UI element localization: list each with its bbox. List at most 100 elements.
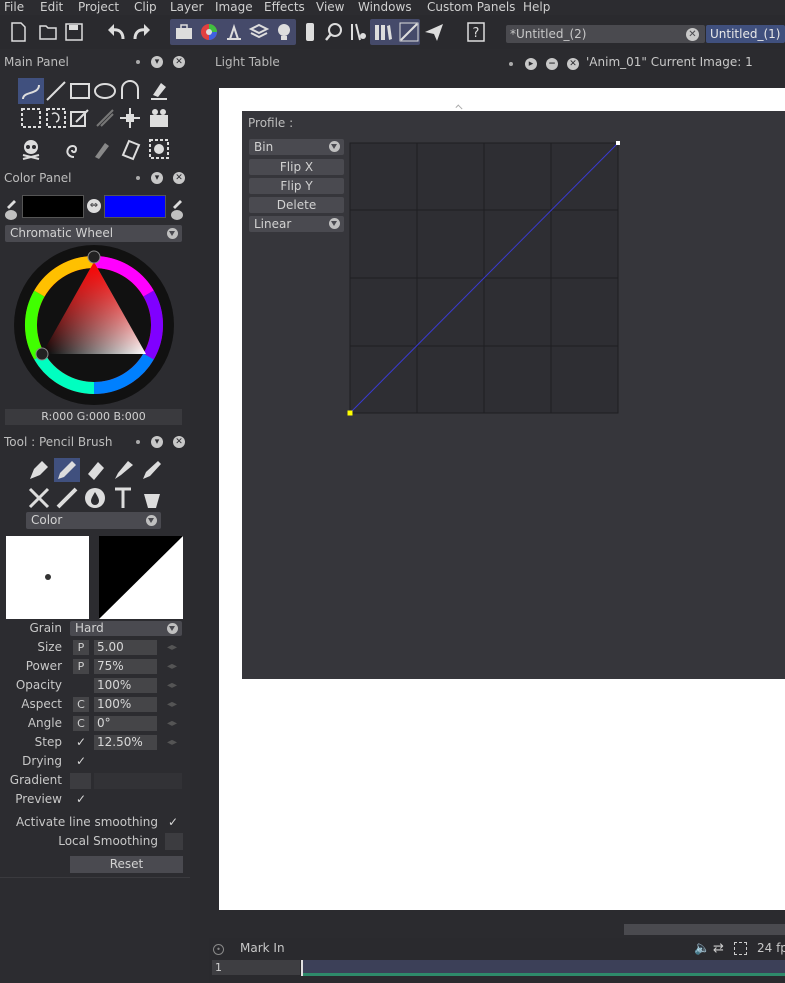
panel-minimize-icon[interactable]: ▾ — [151, 436, 163, 448]
line-smoothing-checkbox[interactable]: ✓ — [168, 815, 178, 829]
stepper-icon[interactable]: ◂▸ — [167, 735, 179, 750]
smudge-tool-icon[interactable] — [91, 137, 115, 161]
swatch-menu-icon[interactable] — [5, 210, 17, 220]
search-icon[interactable] — [323, 21, 345, 43]
layers-icon[interactable] — [248, 21, 270, 43]
warp-tool-icon[interactable] — [93, 106, 117, 130]
menu-view[interactable]: View — [316, 0, 344, 14]
spiral-tool-icon[interactable] — [62, 137, 86, 161]
rectangle-tool-icon[interactable] — [68, 79, 92, 103]
panel-close-icon[interactable]: ✕ — [173, 436, 185, 448]
eyedropper-icon[interactable] — [171, 195, 185, 209]
opacity-field[interactable]: 100% — [94, 678, 157, 693]
menu-clip[interactable]: Clip — [134, 0, 157, 14]
frame-field[interactable]: 1 — [212, 960, 300, 975]
delete-button[interactable]: Delete — [249, 197, 344, 213]
eraser-brush-icon[interactable] — [84, 458, 108, 482]
pen-brush-icon[interactable] — [27, 458, 51, 482]
menu-help[interactable]: Help — [523, 0, 550, 14]
aspect-toggle[interactable]: C — [73, 697, 89, 712]
water-drop-icon[interactable] — [83, 486, 107, 510]
color-mode-dropdown[interactable]: Chromatic Wheel — [5, 225, 182, 242]
library-icon[interactable] — [372, 21, 394, 43]
playhead[interactable] — [301, 960, 303, 976]
power-pressure-toggle[interactable]: P — [73, 659, 89, 674]
selection-tool-icon[interactable] — [19, 106, 43, 130]
menu-edit[interactable]: Edit — [40, 0, 63, 14]
menu-effects[interactable]: Effects — [264, 0, 305, 14]
curve-tool-icon[interactable] — [118, 79, 142, 103]
close-tab-icon[interactable]: ✕ — [686, 28, 699, 41]
reset-button[interactable]: Reset — [70, 856, 183, 873]
flip-y-button[interactable]: Flip Y — [249, 178, 344, 194]
profile-curve-icon[interactable] — [398, 21, 420, 43]
send-icon[interactable] — [423, 21, 445, 43]
menu-custom-panels[interactable]: Custom Panels — [427, 0, 515, 14]
fullscreen-icon[interactable] — [734, 942, 747, 955]
brush-library-icon[interactable] — [347, 21, 369, 43]
timeline-track[interactable] — [302, 960, 785, 973]
angle-toggle[interactable]: C — [73, 716, 89, 731]
lasso-curve-tool-icon[interactable] — [19, 79, 43, 103]
gradient-checkbox[interactable] — [70, 773, 91, 789]
chromatic-wheel[interactable] — [13, 244, 175, 406]
tab-untitled-2[interactable]: *Untitled_(2) — [506, 25, 705, 43]
play-icon[interactable]: ▸ — [525, 58, 537, 70]
size-field[interactable]: 5.00 — [94, 640, 157, 655]
open-folder-icon[interactable] — [37, 21, 59, 43]
paint-brush-icon[interactable] — [112, 458, 136, 482]
transform-tool-icon[interactable] — [68, 106, 92, 130]
toolbox-icon[interactable] — [173, 21, 195, 43]
background-color-swatch[interactable] — [104, 195, 166, 218]
fill-brush-icon[interactable] — [140, 486, 164, 510]
new-file-icon[interactable] — [7, 21, 29, 43]
menu-layer[interactable]: Layer — [170, 0, 203, 14]
profile-mode-dropdown[interactable]: Bin — [249, 139, 344, 155]
pencil-brush-icon[interactable] — [55, 458, 79, 482]
lightbulb-icon[interactable] — [273, 21, 295, 43]
gradient-field[interactable] — [94, 773, 182, 789]
interpolation-dropdown[interactable]: Linear — [249, 216, 344, 232]
brush-color-mode-dropdown[interactable]: Color — [26, 512, 161, 529]
loop-icon[interactable]: ⇄ — [713, 941, 724, 956]
remote-icon[interactable] — [299, 21, 321, 43]
menu-file[interactable]: File — [4, 0, 24, 14]
skull-tool-icon[interactable] — [19, 137, 43, 161]
stepper-icon[interactable]: ◂▸ — [167, 640, 179, 655]
panel-close-icon[interactable]: ✕ — [173, 172, 185, 184]
swatch-menu-icon[interactable] — [171, 210, 183, 220]
timeline-menu-icon[interactable]: • — [213, 944, 224, 955]
preview-checkbox[interactable]: ✓ — [76, 792, 86, 806]
menu-windows[interactable]: Windows — [358, 0, 412, 14]
ruler-tool-icon[interactable] — [119, 137, 143, 161]
panel-close-icon[interactable]: ✕ — [173, 56, 185, 68]
ellipse-tool-icon[interactable] — [93, 79, 117, 103]
text-tool-icon[interactable] — [111, 486, 135, 510]
eraser-tool-icon[interactable] — [147, 79, 171, 103]
eyedropper-icon[interactable] — [5, 195, 19, 209]
tab-untitled-1[interactable]: Untitled_(1) — [706, 25, 785, 43]
angle-field[interactable]: 0° — [94, 716, 157, 731]
help-icon[interactable]: ? — [465, 21, 487, 43]
panel-splitter[interactable] — [190, 49, 209, 983]
stepper-icon[interactable]: ◂▸ — [167, 678, 179, 693]
line-tool-icon[interactable] — [44, 79, 68, 103]
color-wheel-icon[interactable] — [198, 21, 220, 43]
swap-colors-icon[interactable]: ⇔ — [87, 199, 101, 213]
aspect-field[interactable]: 100% — [94, 697, 157, 712]
panel-minimize-icon[interactable]: ▾ — [151, 172, 163, 184]
move-tool-icon[interactable] — [118, 106, 142, 130]
foreground-color-swatch[interactable] — [22, 195, 84, 218]
scrollbar-thumb[interactable] — [624, 924, 785, 935]
size-pressure-toggle[interactable]: P — [73, 640, 89, 655]
local-smoothing-checkbox[interactable] — [165, 833, 183, 850]
menu-project[interactable]: Project — [78, 0, 119, 14]
redo-icon[interactable] — [131, 21, 153, 43]
panel-minimize-icon[interactable]: ▾ — [151, 56, 163, 68]
stepper-icon[interactable]: ◂▸ — [167, 697, 179, 712]
stepper-icon[interactable]: ◂▸ — [167, 716, 179, 731]
light-table-icon[interactable] — [223, 21, 245, 43]
stamp-tool-icon[interactable] — [147, 137, 171, 161]
curve-point-end[interactable] — [616, 141, 620, 145]
camera-tool-icon[interactable] — [147, 106, 171, 130]
